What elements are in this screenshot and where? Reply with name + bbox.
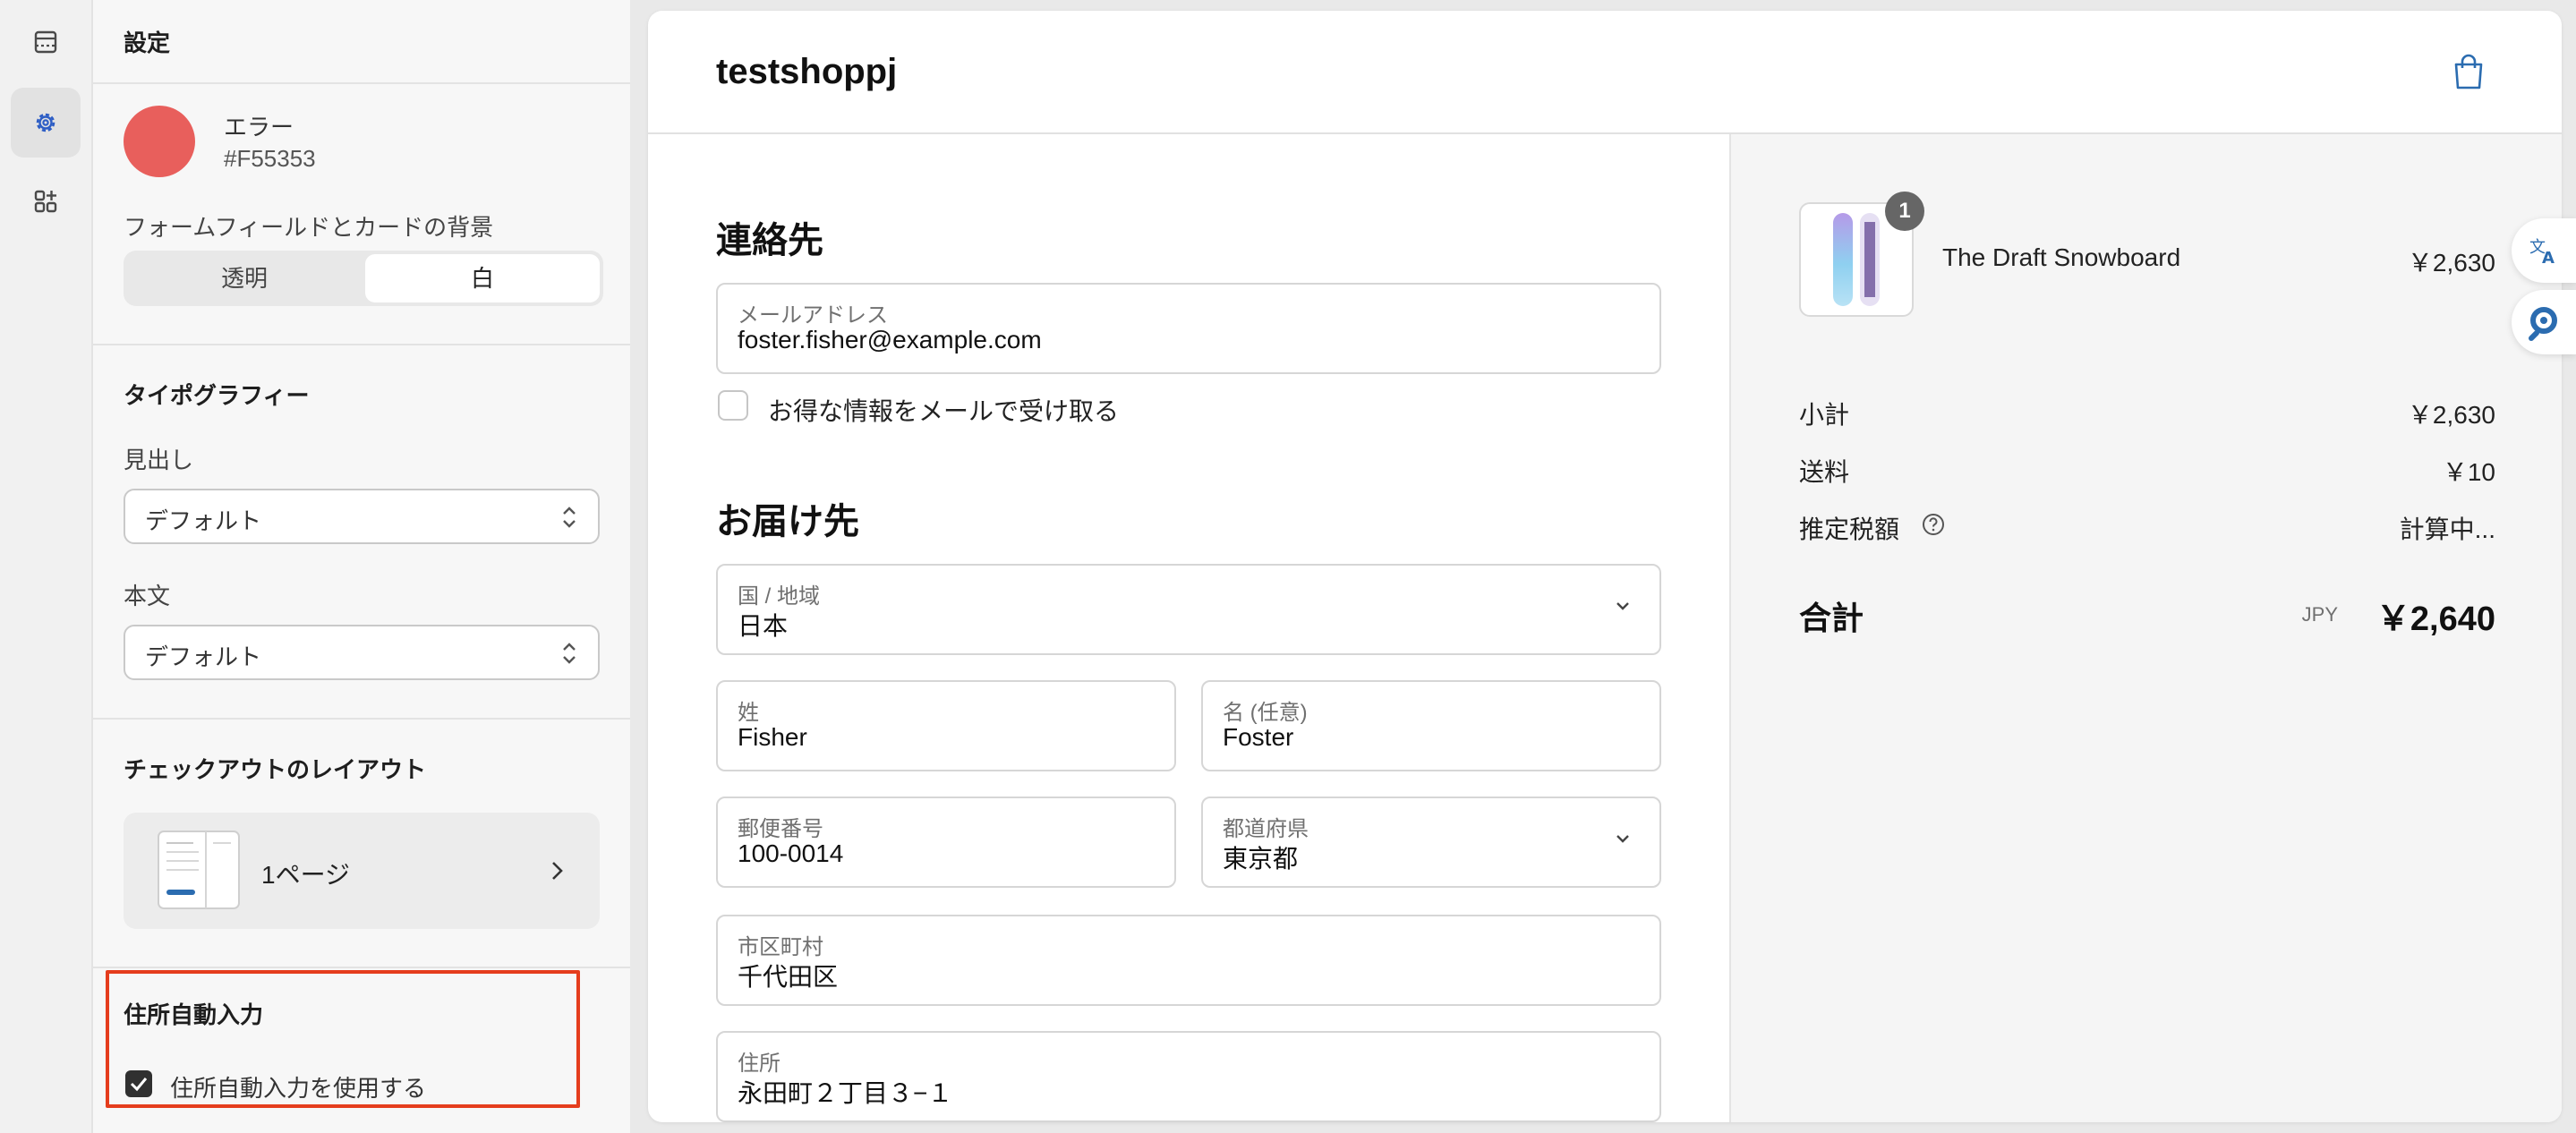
layout-card[interactable]: 1ページ — [124, 813, 600, 929]
svg-text:A: A — [2542, 249, 2555, 268]
address-field[interactable]: 住所 永田町２丁目３−１ — [716, 1031, 1661, 1122]
email-value: foster.fisher@example.com — [738, 326, 1042, 354]
postal-code-field[interactable]: 郵便番号 100-0014 — [716, 797, 1176, 888]
help-circle-icon[interactable] — [1921, 512, 1946, 537]
tax-value: 計算中... — [2399, 515, 2495, 543]
error-color-hex: #F55353 — [224, 145, 316, 172]
checkout-preview: testshoppj 連絡先 メールアドレス foster.fisher@exa… — [648, 11, 2562, 1122]
tax-label: 推定税額 — [1799, 515, 1900, 543]
product-price: ￥2,630 — [2407, 249, 2495, 277]
updown-chevron-icon — [563, 643, 576, 664]
assistant-icon — [2529, 307, 2557, 341]
background-option-transparent[interactable]: 透明 — [127, 254, 362, 302]
postal-code-label: 郵便番号 — [738, 817, 823, 841]
shopping-bag-icon[interactable] — [2451, 52, 2486, 91]
delivery-title: お届け先 — [716, 502, 859, 541]
order-summary: 1 The Draft Snowboard ￥2,630 小計 ￥2,630 送… — [1729, 134, 2562, 1122]
highlight-box — [106, 970, 580, 1108]
chevron-down-icon — [1616, 835, 1629, 843]
gear-icon — [36, 113, 55, 132]
total-label: 合計 — [1799, 600, 1864, 636]
divider — [93, 82, 630, 84]
background-option-white[interactable]: 白 — [365, 254, 600, 302]
quantity-badge: 1 — [1885, 192, 1924, 231]
apps-icon — [34, 190, 57, 213]
country-value: 日本 — [738, 612, 789, 640]
city-value: 千代田区 — [738, 963, 839, 991]
prefecture-value: 東京都 — [1223, 845, 1299, 873]
product-name: The Draft Snowboard — [1942, 243, 2181, 271]
divider — [93, 967, 630, 968]
shop-name: testshoppj — [716, 52, 898, 91]
heading-font-label: 見出し — [124, 447, 194, 473]
address-value: 永田町２丁目３−１ — [738, 1079, 953, 1107]
settings-panel: 設定 エラー #F55353 フォームフィールドとカードの背景 透明 白 タイポ… — [93, 0, 630, 1133]
first-name-value: Foster — [1223, 723, 1294, 751]
assistant-button[interactable] — [2512, 290, 2576, 354]
checkout-header: testshoppj — [648, 11, 2562, 134]
address-label: 住所 — [738, 1052, 780, 1076]
country-label: 国 / 地域 — [738, 584, 821, 609]
contact-title: 連絡先 — [716, 221, 823, 260]
last-name-field[interactable]: 姓 Fisher — [716, 680, 1176, 771]
layout-title: チェックアウトのレイアウト — [124, 756, 427, 783]
tax-row: 推定税額 計算中... — [1799, 510, 2495, 546]
email-label: メールアドレス — [738, 303, 888, 328]
prefecture-select[interactable]: 都道府県 東京都 — [1201, 797, 1661, 888]
email-field[interactable]: メールアドレス foster.fisher@example.com — [716, 283, 1661, 374]
background-segmented-control: 透明 白 — [124, 251, 603, 306]
heading-font-select[interactable]: デフォルト — [124, 489, 600, 544]
chevron-right-icon — [552, 862, 563, 880]
total-value: ￥2,640 — [2376, 601, 2495, 638]
city-field[interactable]: 市区町村 千代田区 — [716, 915, 1661, 1006]
updown-chevron-icon — [563, 507, 576, 528]
panel-title: 設定 — [124, 30, 171, 56]
shipping-value: ￥10 — [2442, 458, 2495, 486]
body-font-value: デフォルト — [145, 643, 262, 670]
divider — [93, 718, 630, 720]
total-currency: JPY — [2301, 603, 2338, 626]
first-name-label: 名 (任意) — [1223, 701, 1308, 725]
prefecture-label: 都道府県 — [1223, 817, 1309, 841]
error-color-swatch[interactable] — [124, 106, 195, 177]
last-name-label: 姓 — [738, 701, 759, 725]
last-name-value: Fisher — [738, 723, 807, 751]
sections-button[interactable] — [11, 7, 81, 77]
country-select[interactable]: 国 / 地域 日本 — [716, 564, 1661, 655]
subtotal-label: 小計 — [1799, 401, 1850, 429]
translate-icon: 文 A — [2529, 238, 2555, 268]
postal-code-value: 100-0014 — [738, 839, 844, 867]
newsletter-checkbox[interactable] — [718, 390, 748, 421]
newsletter-label: お得な情報をメールで受け取る — [768, 397, 1120, 425]
product-thumbnail: 1 — [1799, 192, 1924, 317]
shipping-label: 送料 — [1799, 458, 1850, 486]
total-row: 合計 JPY ￥2,640 — [1799, 585, 2495, 639]
error-color-label: エラー — [224, 114, 294, 141]
sections-icon — [34, 30, 57, 54]
heading-font-value: デフォルト — [145, 507, 262, 534]
body-font-select[interactable]: デフォルト — [124, 625, 600, 680]
one-page-layout-icon — [158, 831, 240, 909]
chevron-down-icon — [1616, 602, 1629, 610]
icon-rail — [0, 0, 93, 1133]
subtotal-value: ￥2,630 — [2407, 401, 2495, 429]
translate-button[interactable]: 文 A — [2512, 218, 2576, 283]
apps-button[interactable] — [11, 166, 81, 236]
layout-value: 1ページ — [261, 861, 351, 889]
first-name-field[interactable]: 名 (任意) Foster — [1201, 680, 1661, 771]
shipping-row: 送料 ￥10 — [1799, 453, 2495, 489]
subtotal-row: 小計 ￥2,630 — [1799, 396, 2495, 431]
background-label: フォームフィールドとカードの背景 — [124, 214, 494, 241]
settings-button[interactable] — [11, 88, 81, 158]
typography-title: タイポグラフィー — [124, 382, 310, 409]
city-label: 市区町村 — [738, 935, 823, 959]
divider — [93, 344, 630, 345]
checkout-form: 連絡先 メールアドレス foster.fisher@example.com お得… — [648, 134, 1729, 1122]
body-font-label: 本文 — [124, 583, 171, 609]
